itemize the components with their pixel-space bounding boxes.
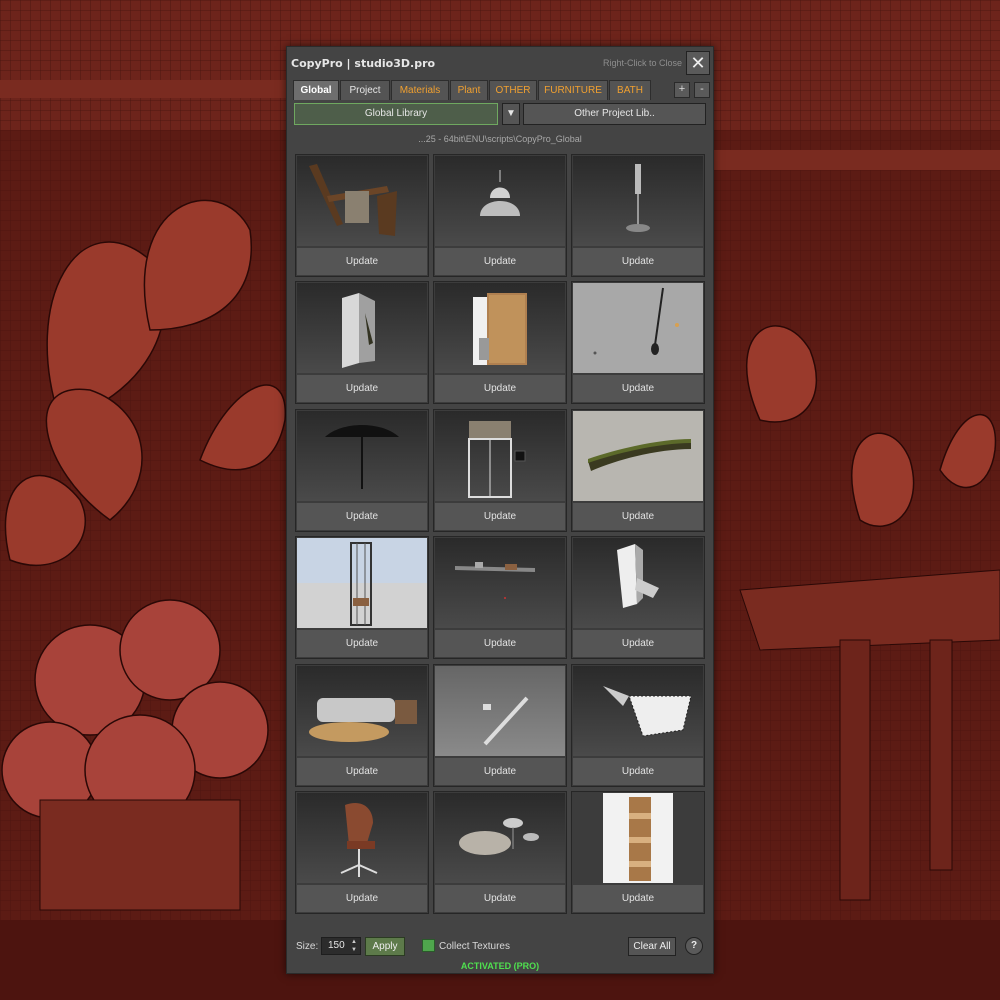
model-tile: Update bbox=[433, 791, 567, 914]
collect-textures-checkbox[interactable] bbox=[422, 939, 435, 952]
clear-all-button[interactable]: Clear All bbox=[628, 937, 676, 956]
help-button[interactable]: ? bbox=[685, 937, 703, 955]
model-tile: Update bbox=[571, 154, 705, 277]
apply-button[interactable]: Apply bbox=[365, 937, 405, 956]
glass-shelf-thumbnail[interactable] bbox=[435, 411, 565, 501]
close-icon: ✕ bbox=[690, 53, 706, 73]
update-button[interactable]: Update bbox=[297, 503, 427, 530]
model-tile: Update bbox=[295, 664, 429, 787]
size-spinner[interactable]: ▲ ▼ bbox=[349, 938, 359, 954]
close-hint: Right-Click to Close bbox=[602, 58, 682, 68]
model-tile: Update bbox=[295, 281, 429, 404]
hedge-planter-thumbnail[interactable] bbox=[573, 411, 703, 501]
update-button[interactable]: Update bbox=[573, 758, 703, 785]
update-button[interactable]: Update bbox=[573, 375, 703, 402]
update-button[interactable]: Update bbox=[297, 375, 427, 402]
update-button[interactable]: Update bbox=[435, 503, 565, 530]
wall-rod-thumbnail[interactable] bbox=[435, 666, 565, 756]
model-tile: Update bbox=[433, 536, 567, 659]
model-grid: Update Update Update Update Update Updat… bbox=[295, 154, 707, 917]
other-project-library-button[interactable]: Other Project Lib.. bbox=[523, 103, 706, 125]
model-tile: Update bbox=[295, 791, 429, 914]
model-tile: Update bbox=[295, 536, 429, 659]
update-button[interactable]: Update bbox=[573, 885, 703, 912]
model-tile: Update bbox=[571, 664, 705, 787]
update-button[interactable]: Update bbox=[297, 758, 427, 785]
update-button[interactable]: Update bbox=[573, 248, 703, 275]
wooden-cabinet-thumbnail[interactable] bbox=[435, 283, 565, 373]
tab-bath[interactable]: BATH bbox=[609, 80, 651, 100]
tab-project[interactable]: Project bbox=[340, 80, 390, 100]
stone-block-thumbnail[interactable] bbox=[573, 666, 703, 756]
model-tile: Update bbox=[433, 281, 567, 404]
wood-chairs-thumbnail[interactable] bbox=[297, 156, 427, 246]
update-button[interactable]: Update bbox=[435, 630, 565, 657]
tab-plant[interactable]: Plant bbox=[450, 80, 488, 100]
copypro-panel: CopyPro | studio3D.pro Right-Click to Cl… bbox=[286, 46, 714, 974]
spin-up-icon[interactable]: ▲ bbox=[349, 938, 359, 946]
tab-materials[interactable]: Materials bbox=[391, 80, 449, 100]
shelf-tower-thumbnail[interactable] bbox=[297, 538, 427, 628]
library-dropdown-button[interactable]: ▼ bbox=[502, 103, 520, 125]
tab-other[interactable]: OTHER bbox=[489, 80, 537, 100]
library-path: ...25 - 64bit\ENU\scripts\CopyPro_Global bbox=[418, 134, 582, 144]
close-button[interactable]: ✕ bbox=[686, 51, 710, 75]
add-tab-button[interactable]: + bbox=[674, 82, 690, 98]
update-button[interactable]: Update bbox=[435, 248, 565, 275]
model-tile: Update bbox=[433, 664, 567, 787]
coffee-tables-thumbnail[interactable] bbox=[435, 793, 565, 883]
collect-textures-label: Collect Textures bbox=[439, 941, 510, 952]
model-tile: Update bbox=[295, 409, 429, 532]
update-button[interactable]: Update bbox=[573, 503, 703, 530]
tab-furniture[interactable]: FURNITURE bbox=[538, 80, 608, 100]
tab-global[interactable]: Global bbox=[293, 80, 339, 100]
wall-shelf-thumbnail[interactable] bbox=[435, 538, 565, 628]
office-chair-thumbnail[interactable] bbox=[297, 793, 427, 883]
model-tile: Update bbox=[571, 409, 705, 532]
title-bar[interactable]: CopyPro | studio3D.pro Right-Click to Cl… bbox=[287, 47, 713, 79]
window-title: CopyPro | studio3D.pro bbox=[291, 57, 436, 70]
wall-panel-thumbnail[interactable] bbox=[297, 283, 427, 373]
spin-down-icon[interactable]: ▼ bbox=[349, 946, 359, 954]
umbrella-thumbnail[interactable] bbox=[297, 411, 427, 501]
update-button[interactable]: Update bbox=[573, 630, 703, 657]
model-tile: Update bbox=[571, 791, 705, 914]
model-tile: Update bbox=[571, 536, 705, 659]
model-tile: Update bbox=[433, 409, 567, 532]
bottom-toolbar: Size: 150 ▲ ▼ Apply Collect Textures Cle… bbox=[287, 917, 713, 973]
model-tile: Update bbox=[433, 154, 567, 277]
model-tile: Update bbox=[571, 281, 705, 404]
chevron-down-icon: ▼ bbox=[506, 108, 516, 119]
update-button[interactable]: Update bbox=[435, 758, 565, 785]
pendant-lamp-thumbnail[interactable] bbox=[435, 156, 565, 246]
sofa-set-thumbnail[interactable] bbox=[297, 666, 427, 756]
floor-lamp-thumbnail[interactable] bbox=[573, 156, 703, 246]
global-library-button[interactable]: Global Library bbox=[294, 103, 498, 125]
update-button[interactable]: Update bbox=[435, 885, 565, 912]
update-button[interactable]: Update bbox=[435, 375, 565, 402]
remove-tab-button[interactable]: - bbox=[694, 82, 710, 98]
activation-status: ACTIVATED (PRO) bbox=[460, 961, 540, 971]
hanging-light-thumbnail[interactable] bbox=[573, 283, 703, 373]
update-button[interactable]: Update bbox=[297, 885, 427, 912]
cube-decor-thumbnail[interactable] bbox=[573, 538, 703, 628]
firewood-stack-thumbnail[interactable] bbox=[573, 793, 703, 883]
update-button[interactable]: Update bbox=[297, 630, 427, 657]
size-label: Size: bbox=[296, 941, 319, 952]
model-tile: Update bbox=[295, 154, 429, 277]
update-button[interactable]: Update bbox=[297, 248, 427, 275]
